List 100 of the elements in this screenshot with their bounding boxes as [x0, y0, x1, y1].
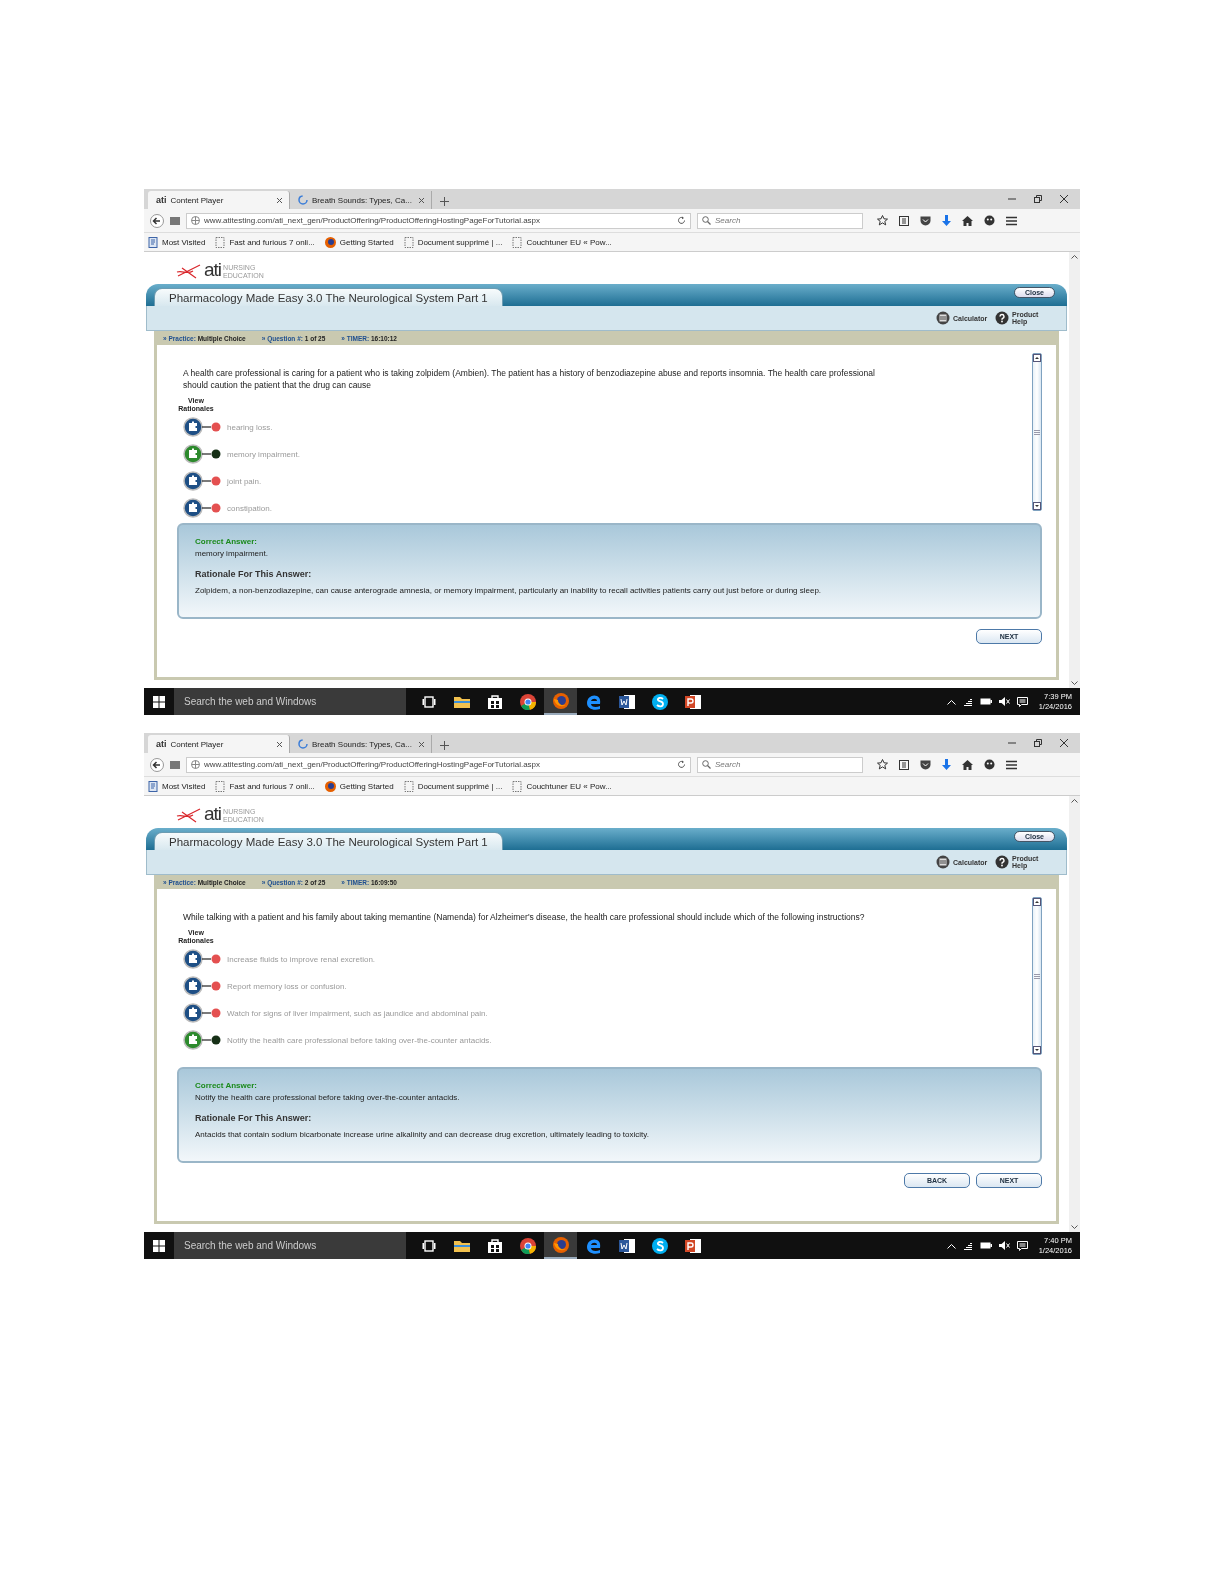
- home-icon[interactable]: [962, 759, 973, 770]
- page-icon: [512, 236, 523, 248]
- rationale-icon[interactable]: [183, 1030, 223, 1050]
- question-text: A health care professional is caring for a patient who is taking zolpidem (Ambien). The patient has a history of benzodiazepine abuse and reports insomnia. The health care professional should caution the patient that the drug can cause: [183, 367, 876, 391]
- bookmark-link[interactable]: Fast and furious 7 onli...: [215, 236, 315, 248]
- plus-icon[interactable]: [440, 741, 449, 750]
- browser-tab[interactable]: ati Content Player: [148, 191, 290, 209]
- battery-icon[interactable]: [979, 1242, 992, 1249]
- bookmark-link[interactable]: Most Visited: [148, 236, 206, 248]
- scroll-up-icon: [1071, 254, 1078, 259]
- taskbar-search-field[interactable]: Search the web and Windows: [174, 688, 406, 715]
- reload-icon[interactable]: [677, 760, 686, 769]
- network-icon[interactable]: [962, 1241, 973, 1250]
- rationale-icon[interactable]: [183, 471, 223, 491]
- close-icon[interactable]: [1060, 739, 1068, 747]
- bookmark-link[interactable]: Couchtuner EU « Pow...: [512, 236, 612, 248]
- clipboard-icon[interactable]: [899, 215, 909, 226]
- minimize-icon[interactable]: [1008, 739, 1016, 747]
- globe-icon: [191, 760, 200, 769]
- tab-label: Breath Sounds: Types, Ca...: [312, 739, 413, 749]
- bookmark-link[interactable]: Getting Started: [324, 236, 394, 248]
- shopping-bag-icon: [487, 1238, 502, 1253]
- bookmark-link[interactable]: Most Visited: [148, 780, 206, 792]
- firefox-icon: [552, 692, 569, 709]
- close-icon[interactable]: [418, 740, 425, 748]
- task-view-icon: [421, 695, 436, 708]
- scrollbar[interactable]: [1032, 897, 1042, 1055]
- network-icon[interactable]: [962, 697, 973, 706]
- correct-answer-label: Correct Answer:: [195, 537, 258, 546]
- grip-icon: [1034, 973, 1040, 979]
- folder-icon: [453, 695, 470, 708]
- pocket-icon[interactable]: [920, 759, 931, 770]
- bookmarks-icon: [148, 236, 158, 248]
- globe-icon: [191, 216, 200, 225]
- menu-icon[interactable]: [1006, 759, 1017, 770]
- rationale-text: Zolpidem, a non-benzodiazepine, can cause anterograde amnesia, or memory impairment, particularly an inability to recall activities patients carry out just before or during sleep.: [195, 586, 823, 595]
- star-icon[interactable]: [877, 215, 888, 226]
- page-scrollbar[interactable]: [1069, 252, 1080, 688]
- page-scrollbar[interactable]: [1069, 796, 1080, 1232]
- windows-icon[interactable]: [153, 1239, 165, 1252]
- address-field[interactable]: www.atitesting.com/ati_next_gen/ProductOffering/ProductOfferingHostingPageForTutorial.aspx: [186, 212, 691, 229]
- rationale-icon[interactable]: [183, 444, 223, 464]
- search-field[interactable]: Search: [697, 756, 863, 773]
- course-title: Pharmacology Made Easy 3.0 The Neurological System Part 1: [154, 288, 503, 306]
- smiley-icon[interactable]: [984, 215, 995, 226]
- clipboard-icon[interactable]: [899, 759, 909, 770]
- windows-icon[interactable]: [153, 695, 165, 708]
- address-field[interactable]: www.atitesting.com/ati_next_gen/ProductOffering/ProductOfferingHostingPageForTutorial.aspx: [186, 756, 691, 773]
- bookmark-link[interactable]: Getting Started: [324, 780, 394, 792]
- star-icon[interactable]: [877, 759, 888, 770]
- close-icon[interactable]: [276, 196, 283, 204]
- taskbar-search-field[interactable]: Search the web and Windows: [174, 1232, 406, 1259]
- restore-icon[interactable]: [1034, 195, 1042, 203]
- loading-icon: [298, 195, 308, 205]
- scroll-down-icon: [1071, 1225, 1078, 1230]
- close-icon[interactable]: [418, 196, 425, 204]
- notification-icon[interactable]: [1016, 1240, 1028, 1251]
- plus-icon[interactable]: [440, 197, 449, 206]
- bookmark-link[interactable]: Couchtuner EU « Pow...: [512, 780, 612, 792]
- back-icon[interactable]: [150, 213, 164, 228]
- minimize-icon[interactable]: [1008, 195, 1016, 203]
- menu-icon[interactable]: [1006, 215, 1017, 226]
- close-icon[interactable]: [1060, 195, 1068, 203]
- rationale-icon[interactable]: [183, 417, 223, 437]
- firefox-icon: [552, 1236, 569, 1253]
- rationale-icon[interactable]: [183, 498, 223, 518]
- download-icon[interactable]: [942, 215, 951, 226]
- scrollbar[interactable]: [1032, 353, 1042, 511]
- tab-label: Content Player: [170, 739, 225, 749]
- bookmark-link[interactable]: Fast and furious 7 onli...: [215, 780, 315, 792]
- browser-tab[interactable]: ati Content Player: [148, 735, 290, 753]
- e-letter-icon: [585, 1237, 602, 1254]
- chevron-up-icon[interactable]: [946, 698, 956, 705]
- battery-icon[interactable]: [979, 698, 992, 705]
- smiley-icon[interactable]: [984, 759, 995, 770]
- notification-icon[interactable]: [1016, 696, 1028, 707]
- download-icon[interactable]: [942, 759, 951, 770]
- calculator-icon: [936, 311, 950, 325]
- search-field[interactable]: Search: [697, 212, 863, 229]
- chrome-icon: [519, 693, 536, 710]
- page-icon: [215, 236, 226, 248]
- pocket-icon[interactable]: [920, 215, 931, 226]
- chevron-up-icon[interactable]: [946, 1242, 956, 1249]
- scroll-down-icon: [1033, 502, 1041, 510]
- rationale-icon[interactable]: [183, 949, 223, 969]
- powerpoint-icon: [684, 693, 701, 710]
- logo-text: ati: [204, 260, 222, 280]
- speaker-icon[interactable]: [998, 697, 1010, 706]
- bookmark-link[interactable]: Document supprimé | ...: [403, 780, 503, 792]
- restore-icon[interactable]: [1034, 739, 1042, 747]
- speaker-icon[interactable]: [998, 1241, 1010, 1250]
- bookmark-link[interactable]: Document supprimé | ...: [403, 236, 503, 248]
- rationale-icon[interactable]: [183, 1003, 223, 1023]
- scroll-down-icon: [1033, 1046, 1041, 1054]
- back-icon[interactable]: [150, 757, 164, 772]
- home-icon[interactable]: [962, 215, 973, 226]
- answer-option: Watch for signs of liver impairment, such as jaundice and abdominal pain.: [227, 1008, 488, 1018]
- rationale-icon[interactable]: [183, 976, 223, 996]
- close-icon[interactable]: [276, 740, 283, 748]
- reload-icon[interactable]: [677, 216, 686, 225]
